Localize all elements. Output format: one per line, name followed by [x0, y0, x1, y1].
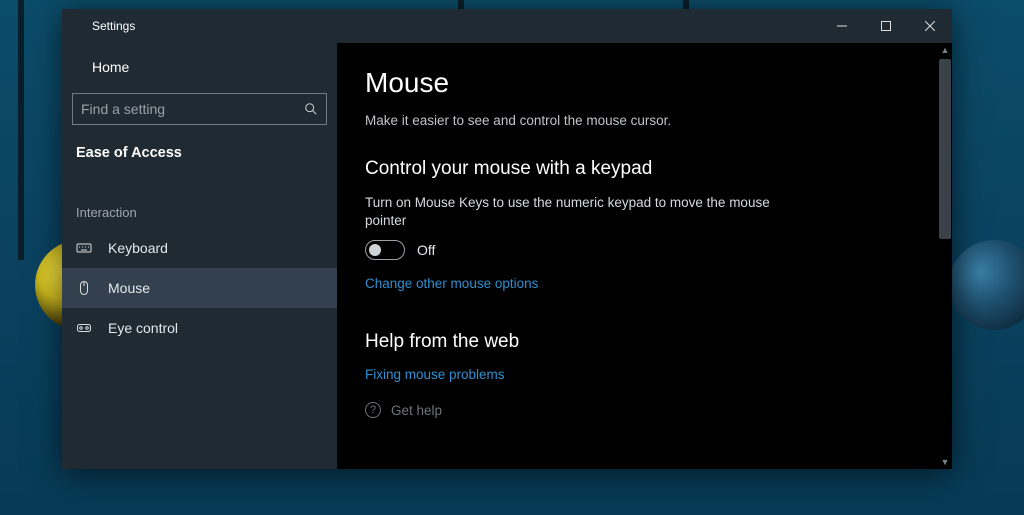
search-input-wrap[interactable]	[72, 93, 327, 125]
sidebar-section-heading: Interaction	[62, 177, 337, 228]
mousekeys-desc: Turn on Mouse Keys to use the numeric ke…	[365, 194, 775, 230]
section-heading-keypad: Control your mouse with a keypad	[365, 158, 924, 180]
section-heading-help: Help from the web	[365, 331, 924, 353]
sidebar-home-label: Home	[92, 59, 129, 75]
search-icon	[304, 102, 318, 116]
scroll-down-icon[interactable]: ▼	[938, 455, 952, 469]
settings-main: Mouse Make it easier to see and control …	[337, 43, 952, 469]
scroll-up-icon[interactable]: ▲	[938, 43, 952, 57]
settings-window: Settings Home	[62, 9, 952, 469]
window-title: Settings	[92, 19, 135, 33]
mouse-icon	[76, 280, 92, 296]
toggle-knob	[369, 244, 381, 256]
sidebar-category: Ease of Access	[62, 135, 337, 177]
settings-sidebar: Home Ease of Access Interaction Keyboard	[62, 43, 337, 469]
sidebar-home[interactable]: Home	[62, 47, 337, 87]
window-maximize-button[interactable]	[864, 9, 908, 43]
page-subtitle: Make it easier to see and control the mo…	[365, 113, 924, 128]
sidebar-item-mouse[interactable]: Mouse	[62, 268, 337, 308]
sidebar-item-keyboard[interactable]: Keyboard	[62, 228, 337, 268]
search-input[interactable]	[81, 101, 304, 117]
get-help-row[interactable]: ? Get help	[365, 402, 924, 418]
desktop-bg-orb	[949, 240, 1024, 330]
sidebar-item-label: Keyboard	[108, 240, 168, 256]
window-close-button[interactable]	[908, 9, 952, 43]
mousekeys-toggle[interactable]	[365, 240, 405, 260]
sidebar-item-label: Eye control	[108, 320, 178, 336]
scroll-thumb[interactable]	[939, 59, 951, 239]
get-help-label: Get help	[391, 403, 442, 418]
sidebar-item-label: Mouse	[108, 280, 150, 296]
window-titlebar: Settings	[62, 9, 952, 43]
vertical-scrollbar[interactable]: ▲ ▼	[938, 43, 952, 469]
help-icon: ?	[365, 402, 381, 418]
keyboard-icon	[76, 240, 92, 256]
sidebar-item-eyecontrol[interactable]: Eye control	[62, 308, 337, 348]
mousekeys-toggle-state: Off	[417, 242, 435, 258]
desktop-bg-bar	[18, 0, 24, 260]
page-title: Mouse	[365, 67, 924, 99]
fixing-mouse-link[interactable]: Fixing mouse problems	[365, 367, 924, 382]
change-mouse-options-link[interactable]: Change other mouse options	[365, 276, 924, 291]
window-minimize-button[interactable]	[820, 9, 864, 43]
eye-icon	[76, 320, 92, 336]
